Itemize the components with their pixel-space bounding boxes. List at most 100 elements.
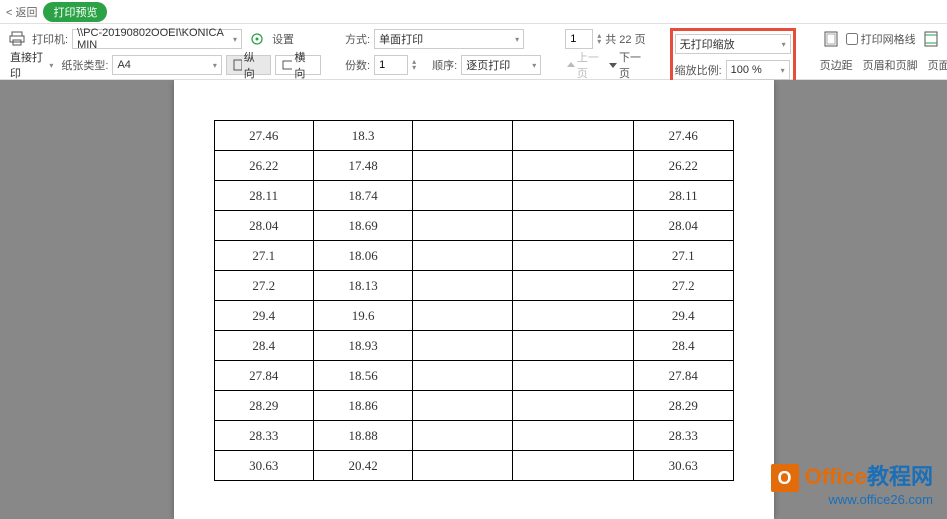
watermark: O Office教程网 www.office26.com	[771, 459, 934, 507]
table-cell	[512, 361, 633, 391]
table-cell	[512, 121, 633, 151]
toolbar: 打印机: \\PC-20190802OOEI\KONICA MIN 设置 直接打…	[0, 24, 947, 80]
table-cell: 30.63	[634, 451, 733, 481]
table-cell: 27.84	[214, 361, 313, 391]
orient-horizontal-button[interactable]: 横向	[275, 55, 322, 75]
table-cell	[413, 181, 512, 211]
table-cell	[512, 241, 633, 271]
table-cell: 19.6	[313, 301, 412, 331]
table-cell: 29.4	[214, 301, 313, 331]
portrait-icon	[233, 59, 242, 71]
prev-page-button[interactable]: 上一页	[565, 49, 603, 81]
table-cell	[413, 151, 512, 181]
order-label: 顺序:	[432, 57, 457, 73]
table-cell: 28.11	[214, 181, 313, 211]
table-cell: 28.29	[214, 391, 313, 421]
table-cell: 28.33	[634, 421, 733, 451]
spinner-icon[interactable]: ▴▾	[597, 33, 601, 45]
scale-mode-select[interactable]: 无打印缩放	[675, 34, 791, 54]
table-cell: 28.29	[634, 391, 733, 421]
mode-select[interactable]: 单面打印	[374, 29, 524, 49]
mode-label: 方式:	[345, 31, 370, 47]
table-cell: 18.56	[313, 361, 412, 391]
table-cell: 27.84	[634, 361, 733, 391]
table-cell	[512, 331, 633, 361]
gridlines-checkbox[interactable]: 打印网格线	[846, 31, 916, 47]
header-footer-icon[interactable]	[920, 28, 942, 50]
table-cell	[512, 421, 633, 451]
table-cell	[512, 151, 633, 181]
table-cell: 20.42	[313, 451, 412, 481]
table-row: 28.0418.6928.04	[214, 211, 733, 241]
copies-input[interactable]	[374, 55, 408, 75]
table-cell	[512, 211, 633, 241]
table-cell	[413, 421, 512, 451]
table-cell: 28.4	[634, 331, 733, 361]
copies-label: 份数:	[345, 57, 370, 73]
table-cell: 27.2	[634, 271, 733, 301]
table-row: 27.118.0627.1	[214, 241, 733, 271]
table-cell: 18.3	[313, 121, 412, 151]
table-cell: 26.22	[634, 151, 733, 181]
table-cell: 18.86	[313, 391, 412, 421]
table-cell: 29.4	[634, 301, 733, 331]
table-cell: 27.46	[634, 121, 733, 151]
page-input[interactable]	[565, 29, 593, 49]
table-cell: 26.22	[214, 151, 313, 181]
margins-icon[interactable]	[820, 28, 842, 50]
settings-label[interactable]: 设置	[272, 31, 294, 47]
table-cell	[413, 331, 512, 361]
table-cell: 18.88	[313, 421, 412, 451]
table-cell	[413, 391, 512, 421]
table-cell	[413, 451, 512, 481]
printer-select[interactable]: \\PC-20190802OOEI\KONICA MIN	[72, 29, 242, 49]
table-cell: 27.1	[634, 241, 733, 271]
table-cell: 18.13	[313, 271, 412, 301]
table-cell	[413, 301, 512, 331]
table-cell: 30.63	[214, 451, 313, 481]
table-cell	[413, 361, 512, 391]
settings-icon[interactable]	[246, 28, 268, 50]
table-row: 26.2217.4826.22	[214, 151, 733, 181]
direct-print-button[interactable]: 直接打印	[6, 55, 57, 75]
table-cell: 27.46	[214, 121, 313, 151]
page-setup-label[interactable]: 页面设置	[928, 57, 947, 73]
printer-label: 打印机:	[32, 31, 68, 47]
table-cell: 28.33	[214, 421, 313, 451]
table-cell	[512, 451, 633, 481]
table-cell: 18.06	[313, 241, 412, 271]
table-cell	[413, 211, 512, 241]
paper-select[interactable]: A4	[112, 55, 221, 75]
print-preview-badge: 打印预览	[43, 2, 107, 22]
scale-highlight-box: 无打印缩放 缩放比例: 100 %	[670, 28, 796, 86]
table-cell: 27.2	[214, 271, 313, 301]
table-cell: 28.04	[214, 211, 313, 241]
arrow-up-icon	[565, 59, 575, 71]
table-cell	[512, 271, 633, 301]
orient-vertical-button[interactable]: 纵向	[226, 55, 271, 75]
office-logo-icon: O	[771, 464, 799, 492]
back-button[interactable]: < 返回	[6, 4, 37, 20]
spinner-icon[interactable]: ▴▾	[412, 59, 416, 71]
table-cell: 18.74	[313, 181, 412, 211]
table-cell: 27.1	[214, 241, 313, 271]
paper-label: 纸张类型:	[61, 57, 108, 73]
topbar: < 返回 打印预览	[0, 0, 947, 24]
table-cell: 28.4	[214, 331, 313, 361]
margins-label[interactable]: 页边距	[820, 57, 853, 73]
table-row: 27.4618.327.46	[214, 121, 733, 151]
header-footer-label[interactable]: 页眉和页脚	[863, 57, 918, 73]
scale-value-select[interactable]: 100 %	[726, 60, 790, 80]
printer-icon[interactable]	[6, 28, 28, 50]
table-row: 27.218.1327.2	[214, 271, 733, 301]
preview-area: 27.4618.327.4626.2217.4826.2228.1118.742…	[0, 80, 947, 519]
table-row: 29.419.629.4	[214, 301, 733, 331]
table-cell	[413, 241, 512, 271]
table-cell: 28.11	[634, 181, 733, 211]
table-cell: 18.69	[313, 211, 412, 241]
total-pages-label: 共 22 页	[605, 31, 645, 47]
table-row: 27.8418.5627.84	[214, 361, 733, 391]
order-select[interactable]: 逐页打印	[461, 55, 541, 75]
next-page-button[interactable]: 下一页	[607, 49, 645, 81]
arrow-down-icon	[607, 59, 617, 71]
